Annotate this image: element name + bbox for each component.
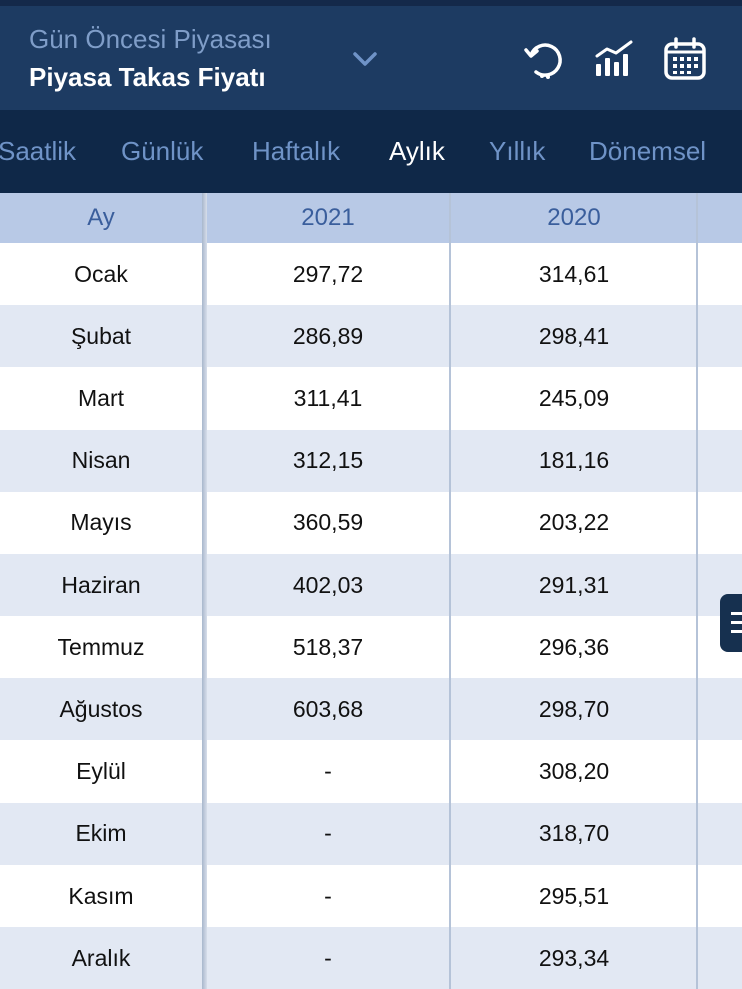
value-2021-cell: 286,89	[292, 322, 364, 349]
column-header-2020: 2020	[547, 204, 601, 231]
month-cell: Eylül	[76, 758, 126, 785]
value-2020-cell: 314,61	[538, 260, 610, 287]
value-2020-cell: 298,70	[538, 695, 610, 722]
value-2020-cell: 295,51	[538, 882, 610, 909]
month-cell: Ekim	[75, 820, 127, 847]
table-row: Ekim - 318,70	[0, 802, 742, 865]
value-2020-cell: 318,70	[538, 820, 610, 847]
column-divider	[202, 193, 207, 989]
value-2021-cell: -	[324, 882, 332, 909]
value-2021-cell: 402,03	[292, 571, 364, 598]
month-cell: Kasım	[68, 882, 134, 909]
chart-icon[interactable]	[592, 36, 638, 82]
month-cell: Nisan	[71, 447, 131, 474]
market-subtitle: Gün Öncesi Piyasası	[29, 24, 272, 54]
value-2020-cell: 203,22	[538, 509, 610, 536]
month-cell: Ağustos	[59, 695, 143, 722]
column-divider	[449, 193, 451, 989]
calendar-icon[interactable]	[662, 36, 708, 82]
value-2021-cell: 312,15	[292, 447, 364, 474]
table-header: Ay 2021 2020	[0, 193, 742, 243]
table-row: Nisan 312,15 181,16	[0, 429, 742, 492]
table-row: Mayıs 360,59 203,22	[0, 491, 742, 554]
top-bar: Gün Öncesi Piyasası Piyasa Takas Fiyatı	[0, 0, 742, 110]
value-2020-cell: 181,16	[538, 447, 610, 474]
value-2020-cell: 291,31	[538, 571, 610, 598]
table-row: Mart 311,41 245,09	[0, 367, 742, 430]
value-2020-cell: 296,36	[538, 633, 610, 660]
tab-aylik[interactable]: Aylık	[389, 136, 445, 167]
month-cell: Mart	[78, 384, 124, 411]
month-cell: Aralık	[71, 944, 131, 971]
value-2020-cell: 308,20	[538, 758, 610, 785]
month-cell: Şubat	[70, 322, 132, 349]
price-table: Ay 2021 2020 Ocak 297,72 314,61 Şubat 286,89…	[0, 193, 742, 989]
status-strip	[0, 0, 742, 6]
value-2021-cell: -	[324, 944, 332, 971]
menu-handle-icon[interactable]	[720, 594, 742, 652]
table-row: Şubat 286,89 298,41	[0, 305, 742, 368]
table-row: Ağustos 603,68 298,70	[0, 678, 742, 741]
value-2021-cell: 603,68	[292, 695, 364, 722]
value-2021-cell: 311,41	[293, 384, 363, 411]
month-cell: Haziran	[61, 571, 141, 598]
value-2021-cell: 360,59	[292, 509, 364, 536]
chevron-down-icon[interactable]	[351, 48, 379, 70]
table-row: Kasım - 295,51	[0, 865, 742, 927]
tab-donemsel[interactable]: Dönemsel	[589, 136, 706, 167]
month-cell: Ocak	[74, 260, 128, 287]
column-header-2021: 2021	[301, 204, 355, 231]
tab-haftalik[interactable]: Haftalık	[252, 136, 340, 167]
value-2021-cell: -	[324, 820, 332, 847]
table-row: Temmuz 518,37 296,36	[0, 616, 742, 679]
value-2020-cell: 245,09	[538, 384, 610, 411]
table-row: Haziran 402,03 291,31	[0, 554, 742, 616]
period-tabs: Saatlik Günlük Haftalık Aylık Yıllık Dön…	[0, 110, 742, 193]
value-2020-cell: 293,34	[538, 944, 610, 971]
value-2021-cell: -	[324, 758, 332, 785]
tab-saatlik[interactable]: Saatlik	[0, 136, 76, 167]
column-header-month: Ay	[87, 204, 115, 231]
month-cell: Mayıs	[70, 509, 132, 536]
month-cell: Temmuz	[57, 633, 145, 660]
table-row: Eylül - 308,20	[0, 740, 742, 803]
value-2021-cell: 518,37	[292, 633, 364, 660]
table-row: Ocak 297,72 314,61	[0, 243, 742, 305]
tab-yillik[interactable]: Yıllık	[489, 136, 545, 167]
value-2020-cell: 298,41	[538, 322, 610, 349]
table-row: Aralık - 293,34	[0, 927, 742, 989]
column-divider	[696, 193, 698, 989]
refresh-icon[interactable]	[522, 36, 568, 82]
value-2021-cell: 297,72	[292, 260, 364, 287]
tab-gunluk[interactable]: Günlük	[121, 136, 203, 167]
page-title[interactable]: Piyasa Takas Fiyatı	[29, 62, 266, 93]
